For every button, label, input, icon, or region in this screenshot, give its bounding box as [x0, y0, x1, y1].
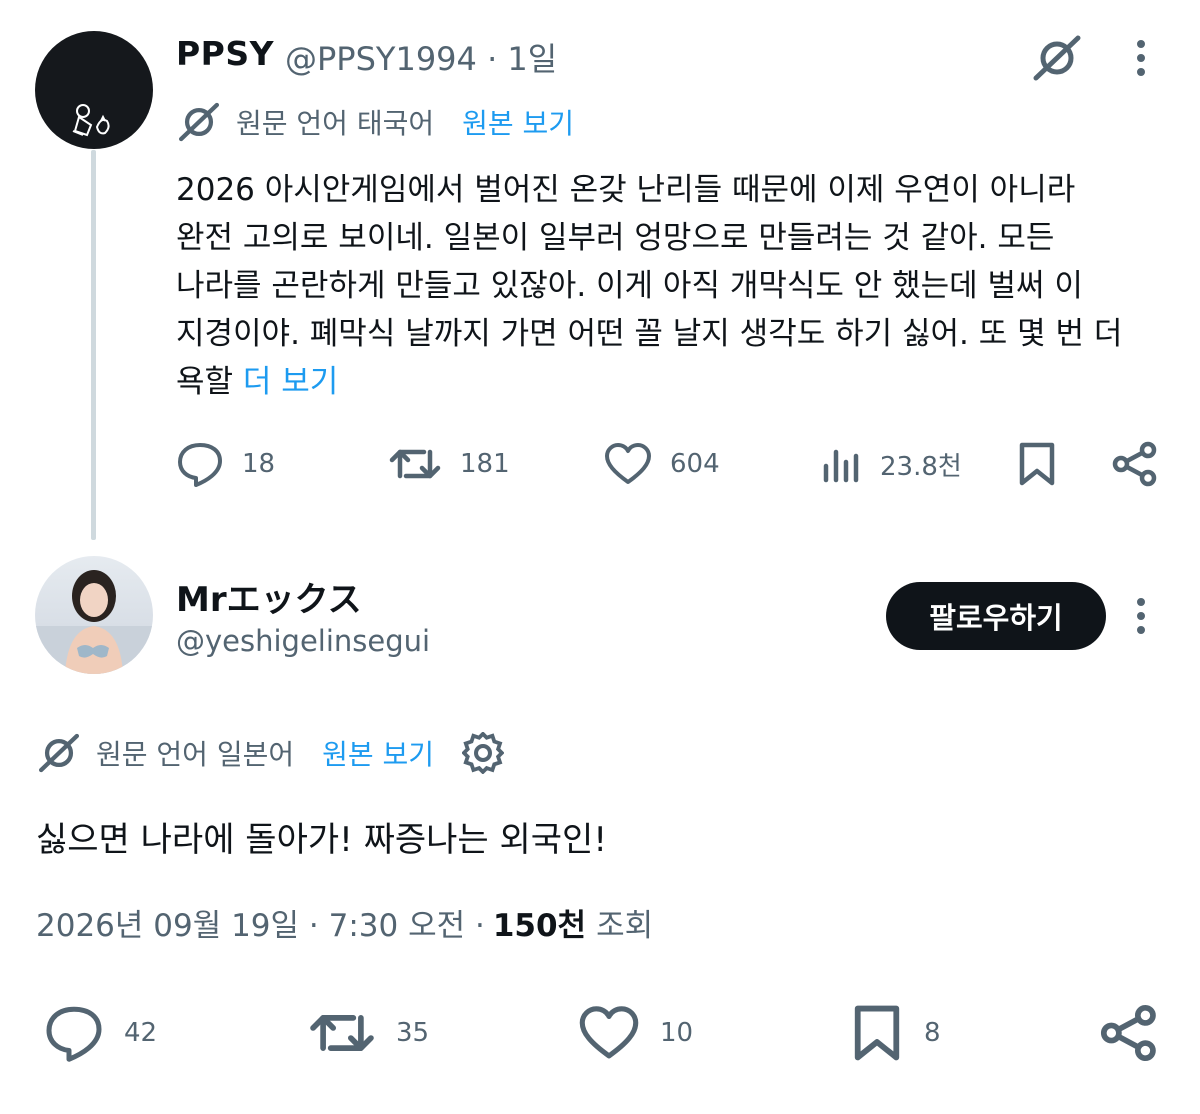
- tweet-actions: 42 35 10 8: [36, 1000, 1166, 1066]
- repost-icon: [308, 1005, 376, 1061]
- share-button[interactable]: [1100, 1000, 1158, 1066]
- tweet-text-line: 완전 고의로 보이네. 일본이 일부러 엉망으로 만들려는 것 같아. 모든: [176, 220, 1055, 256]
- repost-button[interactable]: 181: [388, 436, 510, 492]
- tweet-text-line: 나라를 곤란하게 만들고 있잖아. 이게 아직 개막식도 안 했는데 벌써 이: [176, 268, 1083, 304]
- bookmark-icon: [850, 1003, 904, 1063]
- views-label: 조회: [596, 908, 654, 944]
- bookmark-button[interactable]: 8: [850, 1000, 941, 1066]
- source-language-label: 원문 언어 태국어: [236, 107, 435, 140]
- more-icon[interactable]: [1134, 596, 1148, 636]
- like-button[interactable]: 604: [604, 436, 720, 492]
- avatar-photo: [35, 570, 153, 674]
- view-count: 150천: [492, 908, 587, 944]
- display-name[interactable]: Mrエックス: [176, 572, 362, 621]
- bookmark-button[interactable]: [1016, 436, 1058, 492]
- translation-bar: 원문 언어 태국어 원본 보기: [176, 100, 574, 144]
- timestamp[interactable]: 2026년 09월 19일 · 7:30 오전 ·: [36, 900, 485, 945]
- reply-button[interactable]: 42: [44, 1000, 157, 1066]
- like-count: 10: [660, 1018, 694, 1048]
- views-icon: [822, 444, 862, 484]
- like-count: 604: [670, 449, 720, 479]
- handle-and-time[interactable]: @PPSY1994 · 1일: [285, 34, 557, 80]
- more-icon[interactable]: [1134, 38, 1148, 78]
- share-icon: [1100, 1004, 1158, 1062]
- follow-button[interactable]: 팔로우하기: [886, 582, 1106, 650]
- thread-line: [91, 150, 96, 540]
- repost-count: 181: [460, 449, 510, 479]
- views-button[interactable]: 23.8천: [822, 436, 962, 492]
- tweet-text: 2026 아시안게임에서 벌어진 온갖 난리들 때문에 이제 우연이 아니라 완…: [176, 166, 1176, 406]
- translation-bar: 원문 언어 일본어 원본 보기: [36, 730, 505, 776]
- repost-button[interactable]: 35: [308, 1000, 429, 1066]
- translate-icon: [176, 100, 222, 144]
- show-more-link[interactable]: 더 보기: [243, 364, 338, 400]
- repost-icon: [388, 442, 442, 486]
- tweet-metadata: 2026년 09월 19일 · 7:30 오전 · 150천 조회: [36, 900, 653, 945]
- view-count: 23.8천: [880, 451, 962, 482]
- settings-icon[interactable]: [462, 732, 505, 774]
- reply-icon: [44, 1004, 104, 1062]
- reply-count: 18: [242, 449, 276, 479]
- bookmark-icon: [1016, 441, 1058, 487]
- tweet-text: 싫으면 나라에 돌아가! 짜증나는 외국인!: [36, 820, 607, 860]
- repost-count: 35: [396, 1018, 430, 1048]
- share-icon: [1112, 441, 1158, 487]
- share-button[interactable]: [1112, 436, 1158, 492]
- tweet-text-line: 지경이야. 폐막식 날까지 가면 어떤 꼴 날지 생각도 하기 싫어. 또 몇 …: [176, 316, 1123, 352]
- display-name[interactable]: PPSY: [176, 34, 274, 73]
- like-icon: [604, 442, 652, 486]
- avatar-illustration: [72, 104, 110, 137]
- tweet-actions: 18 181 604 23.8천: [176, 436, 1166, 492]
- grok-icon[interactable]: [1030, 34, 1084, 82]
- like-button[interactable]: 10: [578, 1000, 693, 1066]
- avatar[interactable]: [35, 31, 153, 149]
- avatar[interactable]: [35, 556, 153, 674]
- translate-icon: [36, 731, 82, 775]
- view-original-link[interactable]: 원본 보기: [322, 733, 434, 773]
- reply-icon: [176, 441, 224, 487]
- handle[interactable]: @yeshigelinsegui: [176, 624, 430, 658]
- tweet-text-line: 2026 아시안게임에서 벌어진 온갖 난리들 때문에 이제 우연이 아니라: [176, 172, 1076, 208]
- tweet-text-line: 욕할: [176, 364, 234, 400]
- bookmark-count: 8: [924, 1018, 941, 1048]
- view-original-link[interactable]: 원본 보기: [462, 102, 574, 142]
- like-icon: [578, 1005, 640, 1061]
- reply-count: 42: [124, 1018, 158, 1048]
- source-language-label: 원문 언어 일본어: [96, 738, 295, 771]
- reply-button[interactable]: 18: [176, 436, 275, 492]
